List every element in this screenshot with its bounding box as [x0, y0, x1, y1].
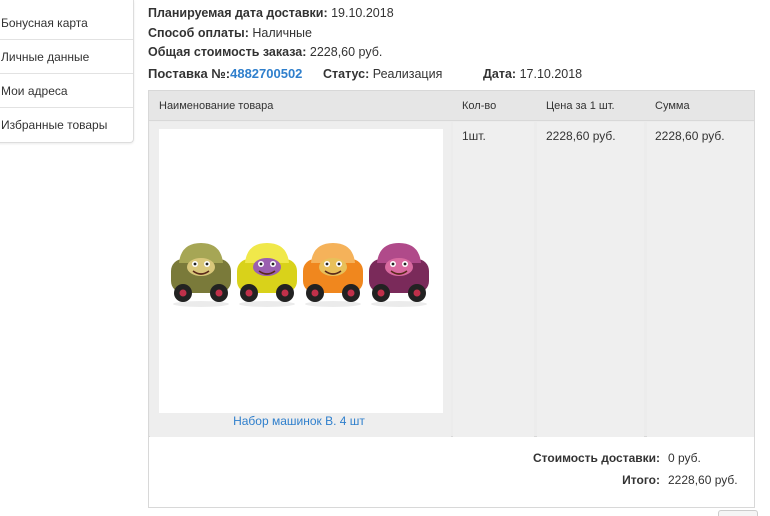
- toy-car-orange: [303, 243, 363, 307]
- status-label: Статус:: [323, 67, 370, 81]
- table-header: Наименование товара Кол-во Цена за 1 шт.…: [149, 91, 754, 121]
- order-totals: Стоимость доставки: 0 руб. Итого: 2228,60 …: [148, 437, 755, 508]
- payment-line: Способ оплаты: Наличные: [148, 24, 394, 44]
- order-info: Планируемая дата доставки: 19.10.2018 Сп…: [148, 4, 394, 63]
- qty-cell: [453, 122, 534, 438]
- toy-car-olive: [171, 243, 231, 307]
- sidebar-item-personal-data[interactable]: Личные данные: [0, 40, 133, 74]
- grand-total-label: Итого:: [622, 473, 660, 487]
- grand-total-row: Итого: 2228,60 руб.: [622, 473, 738, 487]
- delivery-cost-label: Стоимость доставки:: [532, 451, 660, 465]
- sum-cell: [647, 122, 754, 438]
- toy-cars-image: [171, 243, 429, 307]
- shipment-header: Поставка №:4882700502 Статус: Реализация…: [148, 66, 768, 84]
- product-image[interactable]: [159, 129, 443, 413]
- scroll-button[interactable]: [718, 510, 758, 516]
- row-price: 2228,60 руб.: [546, 129, 616, 143]
- status-value: Реализация: [372, 67, 443, 81]
- row-sum: 2228,60 руб.: [655, 129, 725, 143]
- toy-car-yellow: [237, 243, 297, 307]
- delivery-cost-value: 0 руб.: [668, 451, 701, 465]
- price-cell: [537, 122, 644, 438]
- header-price: Цена за 1 шт.: [546, 100, 615, 112]
- header-sum: Сумма: [655, 100, 690, 112]
- delivery-date-line: Планируемая дата доставки: 19.10.2018: [148, 4, 394, 24]
- delivery-cost-row: Стоимость доставки: 0 руб.: [533, 451, 732, 465]
- product-name-link[interactable]: Набор машинок B. 4 шт: [149, 414, 449, 428]
- shipment-status: Статус: Реализация: [323, 67, 442, 81]
- shipment-title: Поставка №:4882700502: [148, 66, 302, 81]
- order-total-line: Общая стоимость заказа: 2228,60 руб.: [148, 43, 394, 63]
- delivery-date-value: 19.10.2018: [331, 6, 394, 20]
- sidebar-item-favorites[interactable]: Избранные товары: [0, 108, 133, 142]
- sidebar-item-addresses[interactable]: Мои адреса: [0, 74, 133, 108]
- row-qty: 1шт.: [462, 129, 486, 143]
- shipment-number-link[interactable]: 4882700502: [230, 66, 302, 81]
- account-sidebar: Бонусная карта Личные данные Мои адреса …: [0, 0, 134, 143]
- grand-total-value: 2228,60 руб.: [668, 473, 738, 487]
- payment-value: Наличные: [252, 25, 312, 40]
- date-label: Дата:: [483, 67, 517, 81]
- sidebar-item-bonus-card[interactable]: Бонусная карта: [0, 0, 133, 40]
- date-value: 17.10.2018: [519, 67, 583, 81]
- header-name: Наименование товара: [159, 100, 274, 112]
- header-qty: Кол-во: [462, 100, 497, 112]
- order-total-label: Общая стоимость заказа:: [148, 45, 307, 59]
- shipment-date: Дата: 17.10.2018: [483, 67, 582, 81]
- payment-label: Способ оплаты:: [148, 25, 249, 40]
- order-total-value: 2228,60 руб.: [309, 45, 383, 59]
- delivery-date-label: Планируемая дата доставки:: [148, 6, 328, 20]
- order-items-table: Наименование товара Кол-во Цена за 1 шт.…: [148, 90, 755, 438]
- shipment-title-label: Поставка №:: [148, 66, 231, 81]
- toy-car-purple: [369, 243, 429, 307]
